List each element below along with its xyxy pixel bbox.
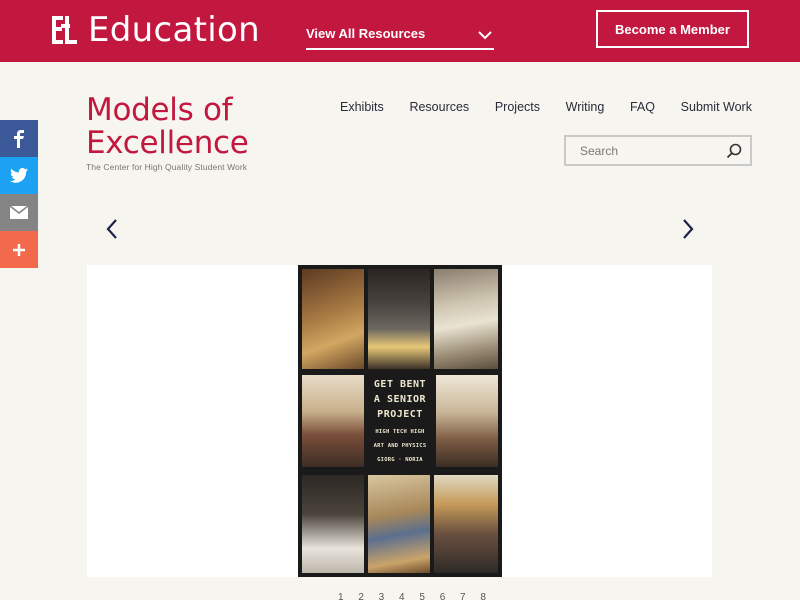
- facebook-icon: [14, 129, 24, 148]
- brand-title-line2: Excellence: [86, 125, 249, 161]
- main-nav: Exhibits Resources Projects Writing FAQ …: [340, 100, 752, 114]
- poster-photo: [302, 375, 364, 467]
- view-all-label: View All Resources: [306, 26, 426, 41]
- nav-item-submit-work[interactable]: Submit Work: [681, 100, 752, 114]
- el-education-logo[interactable]: Education: [50, 13, 260, 47]
- nav-item-resources[interactable]: Resources: [409, 100, 469, 114]
- el-logo-icon: [52, 16, 77, 44]
- poster-photo: [302, 269, 364, 369]
- email-share-button[interactable]: [0, 194, 38, 231]
- top-bar: Education View All Resources Become a Me…: [0, 0, 800, 62]
- social-share-bar: [0, 120, 38, 268]
- nav-item-faq[interactable]: FAQ: [630, 100, 655, 114]
- poster-sub-line1: HIGH TECH HIGH: [375, 429, 425, 435]
- chevron-down-icon: [478, 31, 492, 40]
- brand-subtitle: The Center for High Quality Student Work: [86, 162, 248, 172]
- facebook-share-button[interactable]: [0, 120, 38, 157]
- poster-photo: [434, 475, 498, 573]
- search-box: [564, 135, 752, 166]
- nav-item-projects[interactable]: Projects: [495, 100, 540, 114]
- become-member-label: Become a Member: [615, 21, 730, 37]
- plus-icon: [13, 243, 25, 256]
- logo-text: Education: [88, 10, 260, 50]
- poster-title-line3: PROJECT: [377, 409, 423, 420]
- nav-item-writing[interactable]: Writing: [566, 100, 605, 114]
- poster-photo: [434, 269, 498, 369]
- models-of-excellence-logo[interactable]: Models of Excellence The Center for High…: [86, 92, 249, 173]
- more-share-button[interactable]: [0, 231, 38, 268]
- search-icon[interactable]: [726, 143, 742, 159]
- nav-item-exhibits[interactable]: Exhibits: [340, 100, 384, 114]
- brand-title-line1: Models of: [86, 92, 233, 128]
- poster-photo: [368, 269, 430, 369]
- view-all-resources-dropdown[interactable]: View All Resources: [306, 20, 494, 50]
- twitter-share-button[interactable]: [0, 157, 38, 194]
- search-input[interactable]: [580, 143, 720, 158]
- twitter-icon: [10, 168, 28, 183]
- carousel-next-arrow-icon[interactable]: [680, 218, 696, 240]
- project-poster-image[interactable]: GET BENT A SENIOR PROJECT HIGH TECH HIGH…: [298, 265, 502, 577]
- poster-sub-line3: GIORG · NORIA: [377, 457, 423, 463]
- carousel-prev-arrow-icon[interactable]: [104, 218, 120, 240]
- poster-title: GET BENT A SENIOR PROJECT HIGH TECH HIGH…: [366, 377, 434, 464]
- email-icon: [10, 206, 28, 219]
- poster-photo: [368, 475, 430, 573]
- poster-photo: [302, 475, 364, 573]
- poster-photo: [436, 375, 498, 467]
- become-member-button[interactable]: Become a Member: [596, 10, 749, 48]
- poster-title-line1: GET BENT: [373, 379, 427, 390]
- carousel-image-stage: GET BENT A SENIOR PROJECT HIGH TECH HIGH…: [87, 265, 712, 577]
- poster-title-line2: A SENIOR: [373, 394, 427, 405]
- poster-sub-line2: ART AND PHYSICS: [373, 443, 427, 449]
- carousel-pager[interactable]: 1 2 3 4 5 6 7 8: [338, 592, 492, 600]
